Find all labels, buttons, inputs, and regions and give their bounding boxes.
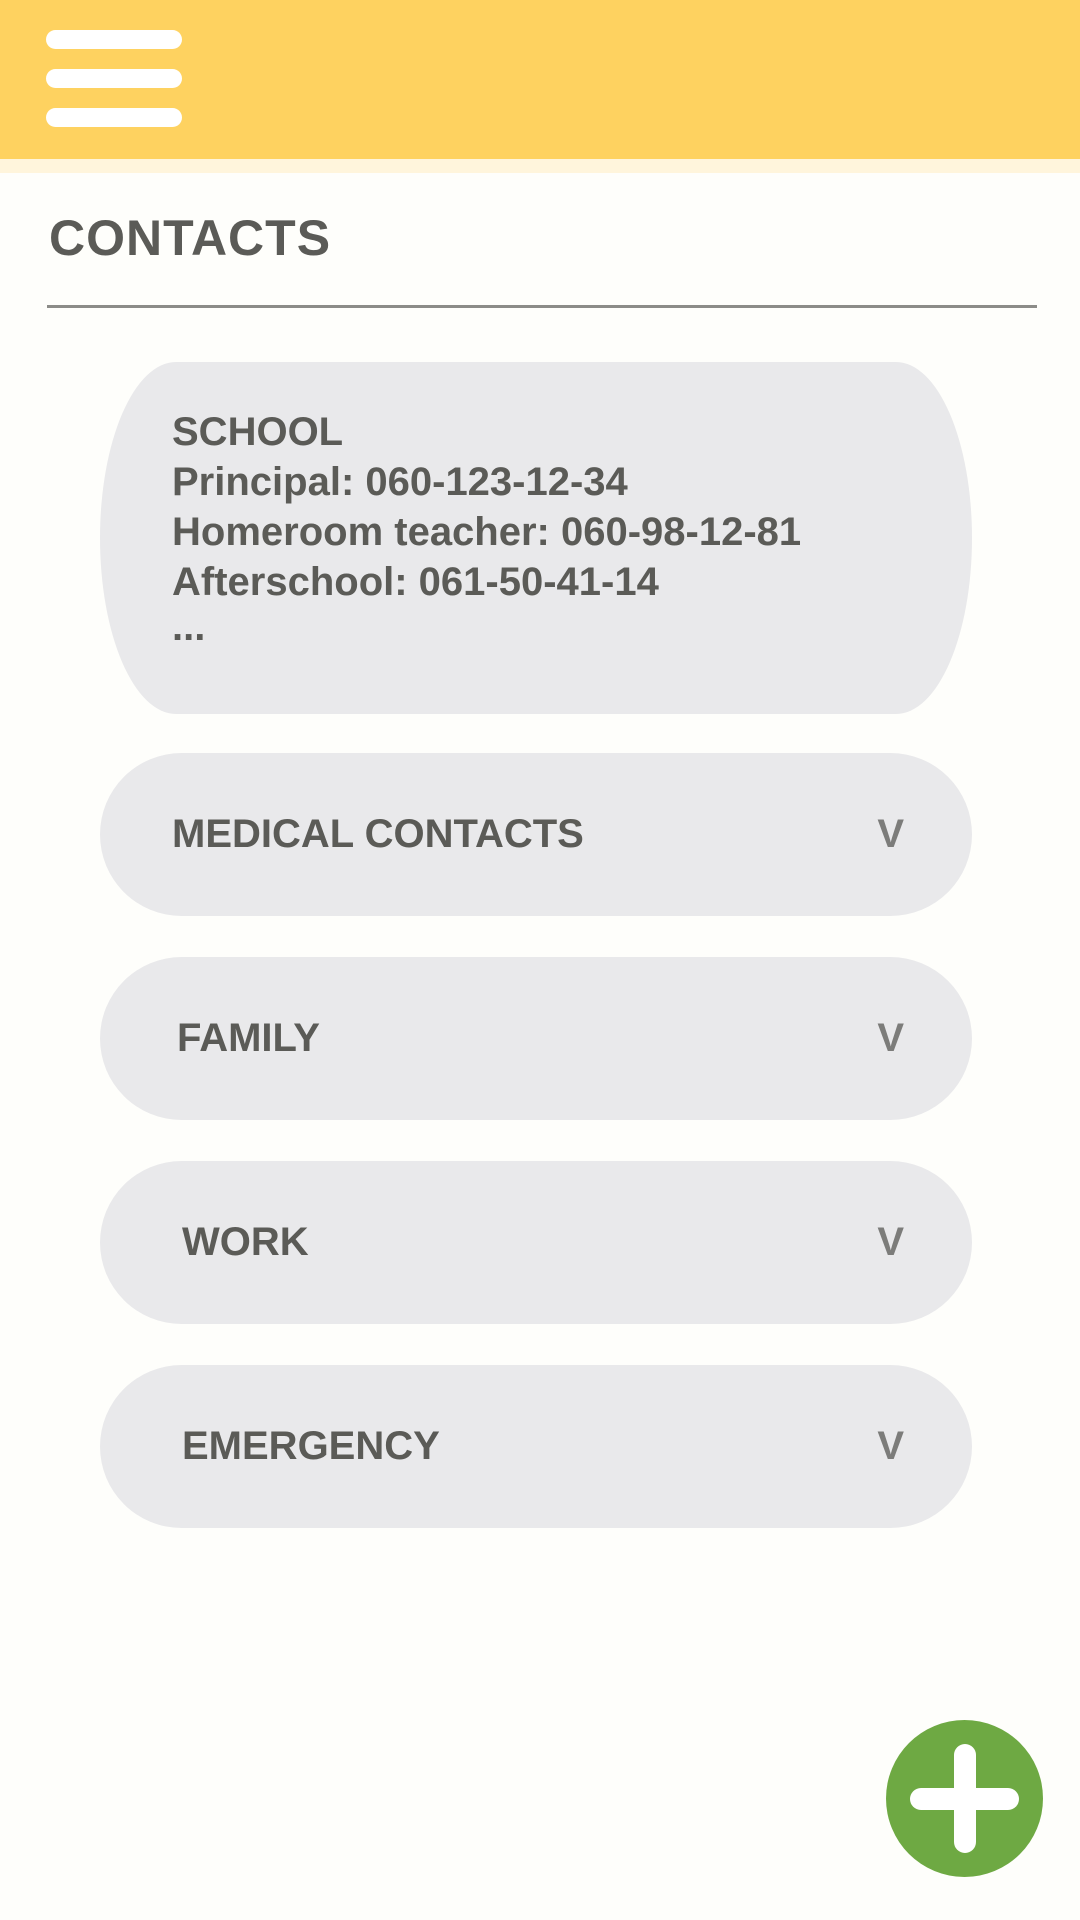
category-title: EMERGENCY xyxy=(182,1424,440,1468)
hamburger-menu-icon[interactable] xyxy=(46,30,182,128)
category-card-emergency[interactable]: EMERGENCY V xyxy=(100,1365,972,1528)
page-title: CONTACTS xyxy=(49,210,332,266)
category-card-family[interactable]: FAMILY V xyxy=(100,957,972,1120)
menu-line xyxy=(46,69,182,88)
expand-toggle-icon[interactable]: V xyxy=(877,957,904,1120)
menu-line xyxy=(46,30,182,49)
category-title: FAMILY xyxy=(177,1016,320,1060)
plus-icon xyxy=(954,1744,976,1853)
category-title: WORK xyxy=(182,1220,309,1264)
category-title: SCHOOL xyxy=(172,410,344,454)
add-contact-button[interactable] xyxy=(886,1720,1043,1877)
top-app-bar-shadow xyxy=(0,159,1080,173)
expand-toggle-icon[interactable]: V xyxy=(877,753,904,916)
contact-entry[interactable]: Principal: 060-123-12-34 xyxy=(172,457,972,507)
contact-entry[interactable]: Homeroom teacher: 060-98-12-81 xyxy=(172,507,972,557)
title-divider xyxy=(47,305,1037,308)
category-card-school[interactable]: SCHOOL Principal: 060-123-12-34 Homeroom… xyxy=(100,362,972,714)
top-app-bar xyxy=(0,0,1080,159)
expand-toggle-icon[interactable]: V xyxy=(877,1161,904,1324)
expand-toggle-icon[interactable]: V xyxy=(877,1365,904,1528)
category-card-medical-contacts[interactable]: MEDICAL CONTACTS V xyxy=(100,753,972,916)
more-indicator: ... xyxy=(172,605,206,649)
category-card-work[interactable]: WORK V xyxy=(100,1161,972,1324)
category-title: MEDICAL CONTACTS xyxy=(172,812,584,856)
contact-entry[interactable]: Afterschool: 061-50-41-14 xyxy=(172,557,972,607)
menu-line xyxy=(46,108,182,127)
